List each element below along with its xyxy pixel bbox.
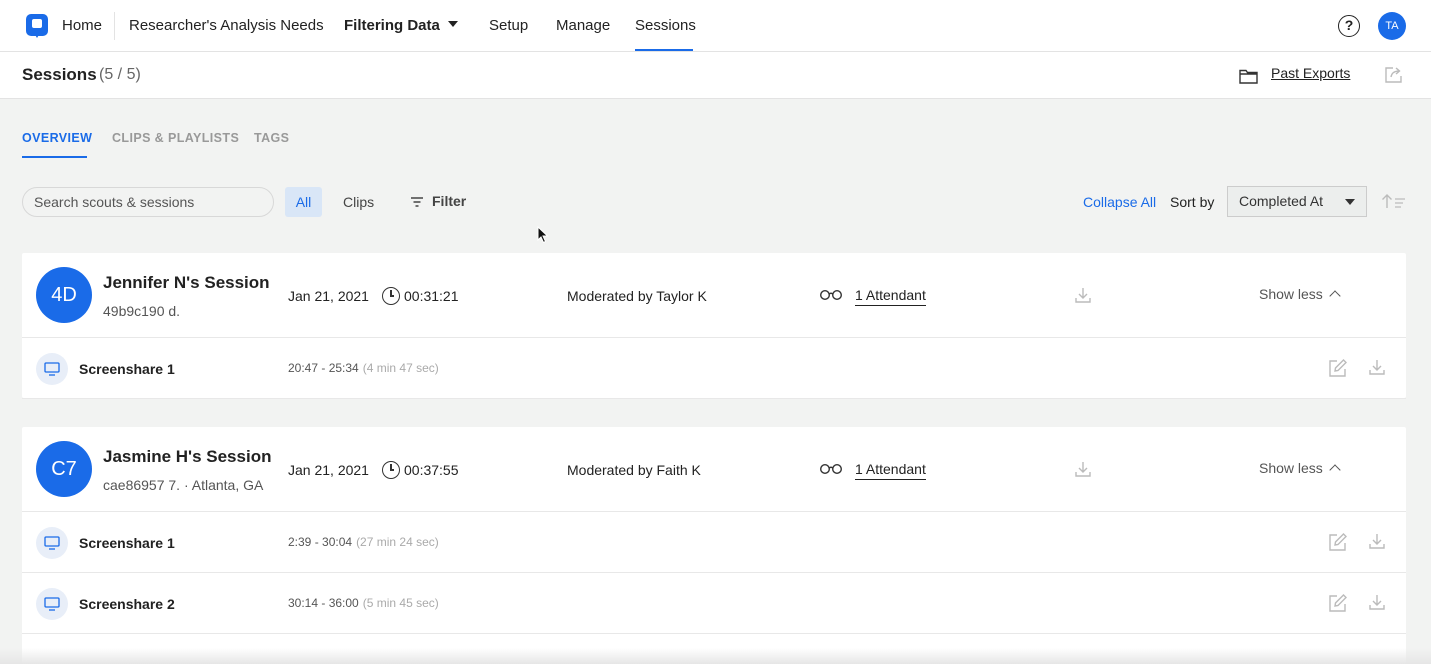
show-less-label: Show less xyxy=(1259,460,1323,476)
clip-range: 20:47 - 25:34 xyxy=(288,361,359,375)
tab-active-indicator xyxy=(22,156,87,158)
attendant-link[interactable]: 1 Attendant xyxy=(855,287,926,306)
session-date: Jan 21, 2021 xyxy=(288,288,369,304)
download-icon[interactable] xyxy=(1074,286,1092,304)
search-input[interactable] xyxy=(22,187,274,217)
sort-select[interactable]: Completed At xyxy=(1227,186,1367,217)
top-nav: Home Researcher's Analysis Needs Filteri… xyxy=(0,0,1431,52)
show-less-label: Show less xyxy=(1259,286,1323,302)
session-subtitle: 49b9c190 d. xyxy=(103,303,181,319)
folder-icon[interactable] xyxy=(1239,68,1258,84)
nav-project[interactable]: Researcher's Analysis Needs xyxy=(129,0,324,52)
download-icon[interactable] xyxy=(1368,358,1386,376)
segment-clips[interactable]: Clips xyxy=(343,187,374,217)
tab-tags[interactable]: TAGS xyxy=(254,131,289,145)
clock-icon xyxy=(382,461,400,479)
nav-home[interactable]: Home xyxy=(62,0,102,52)
nav-active-indicator xyxy=(635,49,693,51)
page-header: Sessions (5 / 5) Past Exports xyxy=(0,52,1431,99)
sort-direction-icon[interactable] xyxy=(1381,193,1407,209)
scroll-fade xyxy=(0,648,1431,664)
chevron-up-icon xyxy=(1329,290,1341,302)
clip-range: 30:14 - 36:00 xyxy=(288,596,359,610)
sort-select-value: Completed At xyxy=(1239,193,1324,209)
mouse-cursor-icon xyxy=(537,226,549,244)
session-name[interactable]: Jennifer N's Session xyxy=(103,273,270,293)
past-exports-link[interactable]: Past Exports xyxy=(1271,65,1350,81)
clip-name: Screenshare 2 xyxy=(79,596,175,612)
clip-length: (4 min 47 sec) xyxy=(362,361,439,375)
clip-time-range: 30:14 - 36:00 (5 min 45 sec) xyxy=(288,596,439,610)
session-moderator: Moderated by Taylor K xyxy=(567,288,707,304)
filter-button[interactable]: Filter xyxy=(410,187,466,217)
nav-divider xyxy=(114,12,115,40)
filter-icon xyxy=(411,197,423,207)
session-card: C7 Jasmine H's Session cae86957 7. · Atl… xyxy=(22,427,1406,664)
session-avatar: 4D xyxy=(36,267,92,323)
caret-down-icon xyxy=(447,21,458,27)
screenshare-icon xyxy=(36,588,68,620)
download-icon[interactable] xyxy=(1368,593,1386,611)
clock-icon xyxy=(382,287,400,305)
session-count: (5 / 5) xyxy=(99,66,141,83)
session-header[interactable]: C7 Jasmine H's Session cae86957 7. · Atl… xyxy=(22,427,1406,512)
segment-all[interactable]: All xyxy=(285,187,322,217)
clip-length: (5 min 45 sec) xyxy=(362,596,439,610)
glasses-icon xyxy=(819,289,843,301)
show-less-toggle[interactable]: Show less xyxy=(1259,460,1341,476)
user-avatar[interactable]: TA xyxy=(1378,12,1406,40)
export-share-icon[interactable] xyxy=(1384,66,1403,83)
nav-study-label: Filtering Data xyxy=(344,17,440,34)
nav-study-dropdown[interactable]: Filtering Data xyxy=(344,0,458,52)
clip-row[interactable]: Screenshare 2 30:14 - 36:00 (5 min 45 sec… xyxy=(22,573,1406,634)
clip-length: (27 min 24 sec) xyxy=(356,535,439,549)
clip-range: 2:39 - 30:04 xyxy=(288,535,353,549)
tab-overview[interactable]: OVERVIEW xyxy=(22,131,92,145)
edit-icon[interactable] xyxy=(1328,358,1348,378)
clip-time-range: 2:39 - 30:04 (27 min 24 sec) xyxy=(288,535,439,549)
session-duration: 00:31:21 xyxy=(404,288,459,304)
show-less-toggle[interactable]: Show less xyxy=(1259,286,1341,302)
caret-down-icon xyxy=(1345,199,1355,205)
nav-sessions[interactable]: Sessions xyxy=(635,0,696,52)
sort-by-label: Sort by xyxy=(1170,194,1215,210)
clip-name: Screenshare 1 xyxy=(79,361,175,377)
download-icon[interactable] xyxy=(1074,460,1092,478)
page-title: Sessions xyxy=(22,65,97,84)
session-date: Jan 21, 2021 xyxy=(288,462,369,478)
screenshare-icon xyxy=(36,527,68,559)
session-card: 4D Jennifer N's Session 49b9c190 d. Jan … xyxy=(22,253,1406,399)
session-name[interactable]: Jasmine H's Session xyxy=(103,447,271,467)
clip-time-range: 20:47 - 25:34 (4 min 47 sec) xyxy=(288,361,439,375)
filter-label: Filter xyxy=(432,193,467,209)
attendant-link[interactable]: 1 Attendant xyxy=(855,461,926,480)
session-header[interactable]: 4D Jennifer N's Session 49b9c190 d. Jan … xyxy=(22,253,1406,338)
edit-icon[interactable] xyxy=(1328,532,1348,552)
collapse-all-button[interactable]: Collapse All xyxy=(1083,194,1156,210)
session-avatar: C7 xyxy=(36,441,92,497)
tab-clips-playlists[interactable]: CLIPS & PLAYLISTS xyxy=(112,131,239,145)
clip-row[interactable]: Screenshare 1 20:47 - 25:34 (4 min 47 sec… xyxy=(22,338,1406,399)
nav-setup[interactable]: Setup xyxy=(489,0,528,52)
clip-name: Screenshare 1 xyxy=(79,535,175,551)
glasses-icon xyxy=(819,463,843,475)
session-moderator: Moderated by Faith K xyxy=(567,462,701,478)
clip-row[interactable]: Screenshare 1 2:39 - 30:04 (27 min 24 sec… xyxy=(22,512,1406,573)
session-duration: 00:37:55 xyxy=(404,462,459,478)
screenshare-icon xyxy=(36,353,68,385)
edit-icon[interactable] xyxy=(1328,593,1348,613)
download-icon[interactable] xyxy=(1368,532,1386,550)
help-icon[interactable]: ? xyxy=(1338,15,1360,37)
chevron-up-icon xyxy=(1329,464,1341,476)
session-subtitle: cae86957 7. · Atlanta, GA xyxy=(103,477,264,493)
app-logo-icon[interactable] xyxy=(26,14,48,38)
nav-manage[interactable]: Manage xyxy=(556,0,610,52)
